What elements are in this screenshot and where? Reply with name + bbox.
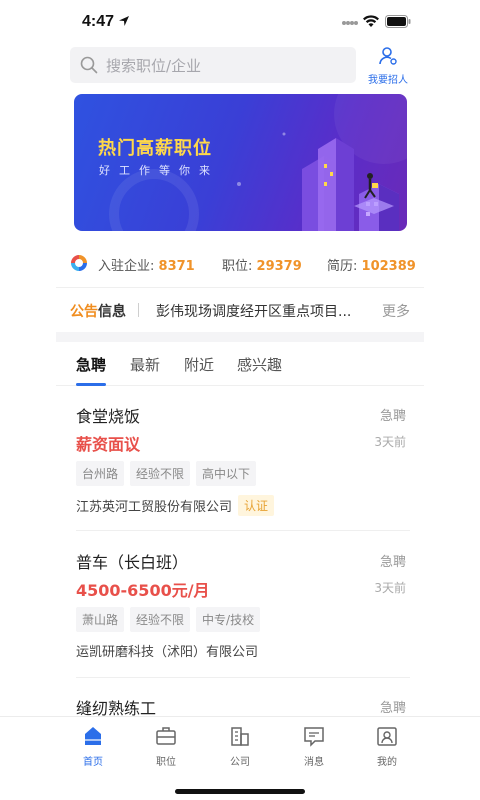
nav-messages-label: 消息 — [304, 757, 324, 768]
battery-icon — [385, 15, 411, 28]
platform-logo-icon — [71, 255, 87, 271]
job-card[interactable]: 普车（长白班） 急聘 4500-6500元/月 3天前 萧山路 经验不限 中专/… — [76, 549, 410, 669]
job-posted-time: 3天前 — [374, 435, 406, 449]
status-time: 4:47 — [82, 13, 115, 30]
announcement-text[interactable]: 彭伟现场调度经开区重点项目... — [156, 301, 356, 321]
status-bar: 4:47 — [0, 0, 480, 44]
banner-subtitle: 好工作等你来 — [99, 164, 219, 177]
location-arrow-icon — [119, 16, 129, 26]
stat-jobs: 职位: 29379 — [222, 255, 302, 274]
job-experience: 经验不限 — [130, 607, 191, 632]
nav-jobs[interactable]: 职位 — [141, 725, 191, 768]
active-tab-indicator — [76, 383, 106, 386]
nav-profile-label: 我的 — [377, 757, 397, 768]
announcement-separator — [138, 303, 139, 317]
announcement-badge: 公告信息 — [70, 301, 126, 321]
job-requirements: 萧山路 经验不限 中专/技校 — [76, 607, 261, 632]
job-salary: 薪资面议 — [76, 435, 141, 454]
job-card[interactable]: 缝纫熟练工 急聘 — [76, 695, 410, 718]
signal-icon — [342, 21, 358, 25]
nav-home-label: 首页 — [83, 757, 103, 768]
job-posted-time: 3天前 — [374, 581, 406, 595]
platform-stats: 入驻企业: 8371 职位: 29379 简历: 102389 — [70, 248, 416, 278]
search-input[interactable]: 搜索职位/企业 — [70, 47, 356, 83]
job-location: 萧山路 — [76, 607, 125, 632]
nav-profile[interactable]: 我的 — [362, 725, 412, 768]
announcement-badge-part1: 公告 — [70, 304, 98, 320]
promo-banner[interactable]: 热门高薪职位 好工作等你来 — [74, 94, 407, 231]
job-title: 食堂烧饭 — [76, 407, 141, 426]
job-experience: 经验不限 — [130, 461, 191, 486]
nav-jobs-label: 职位 — [156, 757, 176, 768]
stat-resumes-label: 简历: — [327, 259, 358, 274]
announcement-more-link[interactable]: 更多 — [382, 301, 410, 321]
stat-resumes-value: 102389 — [361, 259, 416, 274]
job-requirements: 台州路 经验不限 高中以下 — [76, 461, 257, 486]
stat-jobs-value: 29379 — [256, 259, 302, 274]
company-name: 江苏英河工贸股份有限公司 — [76, 500, 233, 515]
divider — [56, 287, 424, 288]
urgent-tag: 急聘 — [379, 409, 406, 424]
message-icon — [304, 727, 324, 747]
nav-companies-label: 公司 — [230, 757, 250, 768]
job-card[interactable]: 食堂烧饭 急聘 薪资面议 3天前 台州路 经验不限 高中以下 江苏英河工贸股份有… — [76, 403, 410, 523]
section-gap — [56, 332, 424, 342]
tab-nearby[interactable]: 附近 — [184, 354, 214, 375]
briefcase-icon — [156, 727, 176, 745]
company-name: 运凯研磨科技（沭阳）有限公司 — [76, 645, 259, 660]
search-icon — [80, 56, 98, 74]
announcement-bar[interactable]: 公告信息 彭伟现场调度经开区重点项目... 更多 — [70, 296, 414, 324]
recruit-button[interactable]: 我要招人 — [365, 46, 411, 86]
recruit-label: 我要招人 — [368, 75, 408, 86]
wifi-icon — [363, 15, 379, 27]
tab-urgent[interactable]: 急聘 — [76, 354, 106, 375]
job-company: 运凯研磨科技（沭阳）有限公司 — [76, 641, 258, 660]
divider — [76, 530, 410, 531]
job-education: 高中以下 — [196, 461, 257, 486]
building-icon — [231, 727, 249, 746]
job-company: 江苏英河工贸股份有限公司 认证 — [76, 495, 275, 516]
job-salary: 4500-6500元/月 — [76, 581, 210, 600]
nav-home[interactable]: 首页 — [68, 725, 118, 768]
stat-companies-label: 入驻企业: — [98, 259, 155, 274]
tab-interested[interactable]: 感兴趣 — [237, 354, 282, 375]
job-education: 中专/技校 — [196, 607, 261, 632]
search-placeholder: 搜索职位/企业 — [106, 56, 202, 75]
job-title: 普车（长白班） — [76, 553, 189, 572]
nav-messages[interactable]: 消息 — [289, 725, 339, 768]
home-icon — [85, 727, 101, 745]
certified-badge: 认证 — [238, 495, 275, 516]
tab-latest[interactable]: 最新 — [130, 354, 160, 375]
banner-title: 热门高薪职位 — [98, 138, 212, 159]
stat-companies: 入驻企业: 8371 — [98, 255, 195, 274]
stat-companies-value: 8371 — [158, 259, 195, 274]
urgent-tag: 急聘 — [379, 555, 406, 570]
profile-icon — [377, 727, 397, 746]
job-filter-tabs: 急聘 最新 附近 感兴趣 — [56, 346, 424, 386]
add-user-icon — [379, 47, 397, 65]
announcement-badge-part2: 信息 — [98, 304, 126, 320]
job-location: 台州路 — [76, 461, 125, 486]
bottom-navigation: 首页 职位 公司 消息 我的 — [0, 716, 480, 800]
nav-companies[interactable]: 公司 — [215, 725, 265, 768]
divider — [76, 677, 410, 678]
home-indicator — [175, 789, 305, 794]
urgent-tag: 急聘 — [379, 701, 406, 716]
stat-jobs-label: 职位: — [222, 259, 253, 274]
stat-resumes: 简历: 102389 — [327, 255, 416, 274]
